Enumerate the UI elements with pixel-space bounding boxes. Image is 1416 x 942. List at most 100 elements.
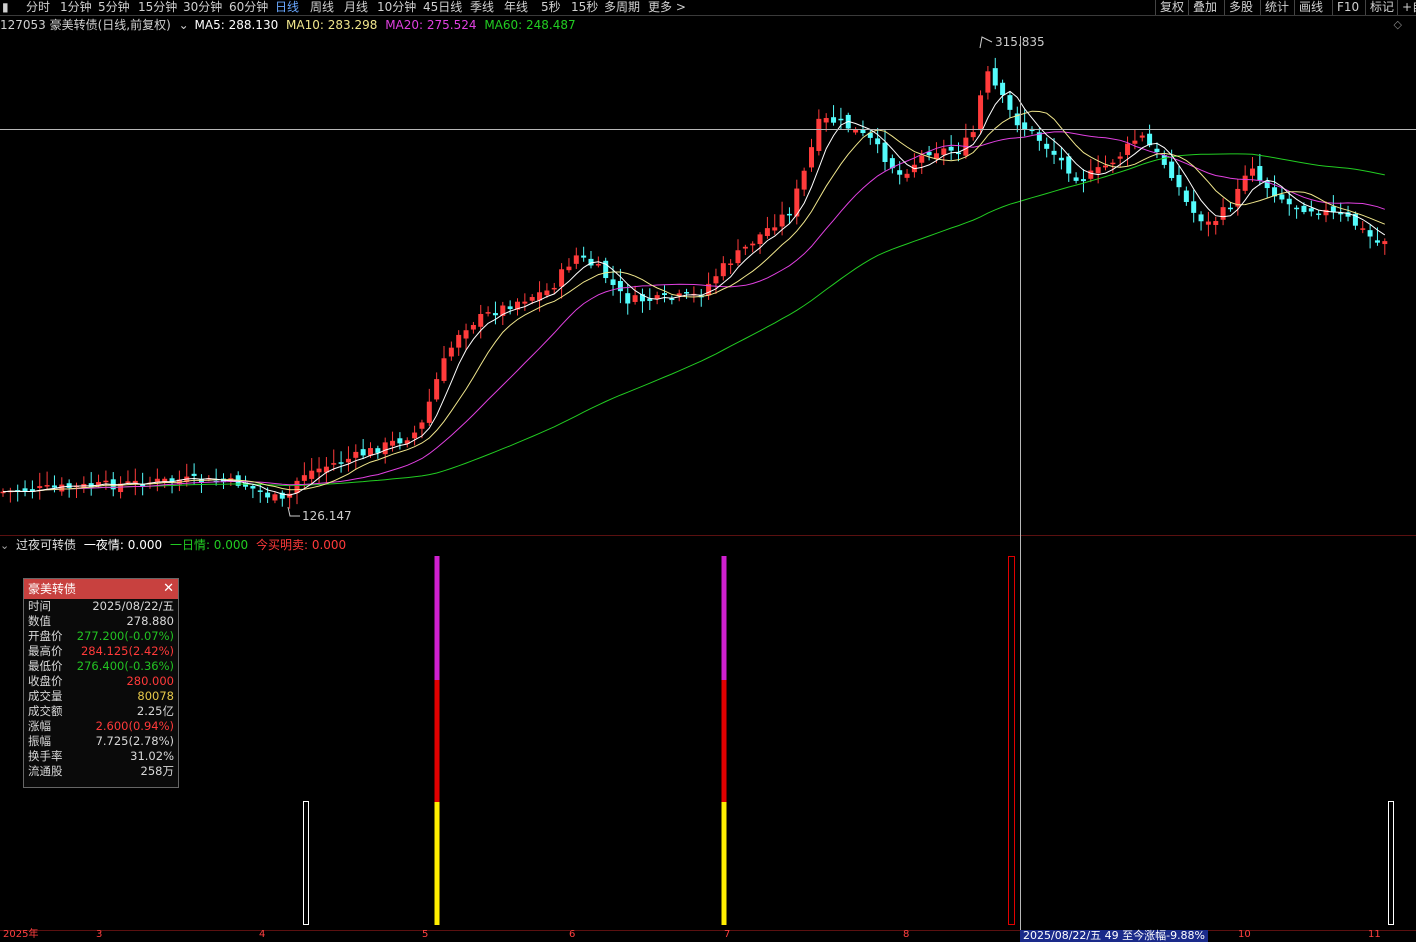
security-title: 127053 豪美转债(日线,前复权) — [0, 18, 171, 32]
period-tab-11[interactable]: 季线 — [470, 0, 494, 15]
candle-body — [581, 255, 587, 258]
candle-body — [1051, 150, 1057, 155]
collapse-arrow-icon[interactable]: ⌄ — [179, 18, 189, 32]
candle-body — [1227, 207, 1233, 210]
kline-chart[interactable]: 315.835 126.147 — [0, 0, 1416, 940]
candle-body — [272, 494, 278, 501]
candle-body — [1080, 179, 1086, 182]
popup-row: 成交额 2.25亿 — [24, 704, 178, 719]
candle-body — [456, 334, 462, 348]
popup-row: 最低价 276.400(-0.36%) — [24, 659, 178, 674]
toolbar-button-2[interactable]: 多股 — [1224, 0, 1253, 15]
candle-body — [37, 486, 43, 488]
candle-body — [382, 442, 388, 455]
candle-body — [1250, 168, 1255, 176]
candle-body — [250, 486, 256, 489]
candle-body — [309, 470, 315, 479]
candle-body — [970, 132, 976, 138]
candle-body — [595, 264, 601, 266]
period-tab-6[interactable]: 日线 — [275, 0, 299, 15]
toolbar-button-7[interactable]: +自 — [1397, 0, 1416, 15]
toolbar-button-4[interactable]: 画线 — [1294, 0, 1323, 15]
popup-row-label: 最高价 — [28, 644, 63, 658]
candle-body — [742, 246, 748, 249]
candle-body — [1169, 161, 1175, 179]
price-info-row: 127053 豪美转债(日线,前复权) ⌄ MA5: 288.130 MA10:… — [0, 17, 576, 33]
candle-body — [764, 228, 770, 236]
candle-body — [265, 492, 271, 498]
candle-body — [1301, 205, 1307, 213]
candle-body — [860, 129, 866, 134]
toolbar-button-1[interactable]: 叠加 — [1188, 0, 1217, 15]
popup-row-value: 258万 — [140, 764, 174, 778]
candle-body — [786, 213, 792, 216]
candle-body — [978, 95, 984, 131]
quote-popup[interactable]: 豪美转债 ✕ 时间 2025/08/22/五 数值 278.880 开盘价 277.200… — [23, 578, 179, 788]
period-tab-8[interactable]: 月线 — [344, 0, 368, 15]
toolbar-button-0[interactable]: 复权 — [1155, 0, 1184, 15]
indicator-collapse-icon[interactable]: ⌄ — [0, 539, 9, 552]
popup-row-label: 最低价 — [28, 659, 63, 673]
popup-row: 流通股 258万 — [24, 764, 178, 779]
popup-row-label: 开盘价 — [28, 629, 63, 643]
candle-body — [294, 480, 300, 494]
candle-body — [390, 440, 396, 446]
candle-body — [816, 118, 822, 151]
candle-body — [1117, 156, 1123, 159]
popup-row: 涨幅 2.600(0.94%) — [24, 719, 178, 734]
period-tab-3[interactable]: 15分钟 — [138, 0, 177, 15]
period-tab-16[interactable]: 更多 > — [648, 0, 686, 15]
indicator-bar — [434, 802, 440, 925]
candle-body — [1213, 221, 1219, 225]
x-axis-label: 6 — [569, 929, 576, 940]
candle-body — [1058, 157, 1064, 161]
indicator-bar — [721, 802, 727, 925]
period-tab-1[interactable]: 1分钟 — [60, 0, 92, 15]
period-tab-0[interactable]: 分时 — [26, 0, 50, 15]
candle-body — [353, 451, 359, 458]
candle-body — [720, 263, 726, 277]
candle-body — [1286, 198, 1292, 205]
candle-body — [522, 301, 528, 304]
toolbar-button-3[interactable]: 统计 — [1260, 0, 1289, 15]
close-icon[interactable]: ✕ — [163, 579, 174, 599]
candle-body — [1154, 148, 1160, 153]
candle-body — [831, 117, 837, 123]
candle-body — [559, 269, 565, 287]
candle-body — [573, 255, 579, 264]
period-tab-14[interactable]: 15秒 — [571, 0, 598, 15]
period-tab-9[interactable]: 10分钟 — [377, 0, 416, 15]
period-tab-2[interactable]: 5分钟 — [98, 0, 130, 15]
x-axis-label: 7 — [724, 929, 731, 940]
candle-body — [1132, 140, 1138, 144]
toolbar-button-6[interactable]: 标记 — [1365, 0, 1394, 15]
popup-row-value: 2.25亿 — [136, 704, 174, 718]
popup-row-value: 284.125(2.42%) — [80, 644, 174, 658]
popup-row-value: 276.400(-0.36%) — [76, 659, 174, 673]
candle-body — [470, 324, 476, 330]
candle-body — [338, 462, 344, 464]
candle-body — [1044, 143, 1050, 149]
candle-body — [1205, 221, 1211, 225]
period-tab-13[interactable]: 5秒 — [541, 0, 561, 15]
candle-body — [301, 475, 307, 481]
candle-body — [345, 458, 351, 463]
candle-body — [713, 276, 719, 284]
candle-body — [1183, 190, 1189, 202]
settings-diamond-icon[interactable]: ◇ — [1394, 18, 1402, 31]
candle-body — [1382, 241, 1388, 245]
period-tab-7[interactable]: 周线 — [310, 0, 334, 15]
period-tab-15[interactable]: 多周期 — [604, 0, 640, 15]
candle-body — [1161, 155, 1167, 165]
popup-row-value: 31.02% — [130, 749, 174, 763]
candle-body — [1176, 174, 1182, 188]
indicator-bar-outline — [303, 801, 309, 925]
period-tab-4[interactable]: 30分钟 — [183, 0, 222, 15]
period-tab-10[interactable]: 45日线 — [423, 0, 462, 15]
candle-body — [412, 432, 418, 439]
period-tab-12[interactable]: 年线 — [504, 0, 528, 15]
toolbar-button-5[interactable]: F10 — [1332, 0, 1359, 15]
period-tab-5[interactable]: 60分钟 — [229, 0, 268, 15]
popup-row-value: 80078 — [137, 689, 174, 703]
sidebar-toggle-icon[interactable]: ▮ — [2, 0, 9, 15]
